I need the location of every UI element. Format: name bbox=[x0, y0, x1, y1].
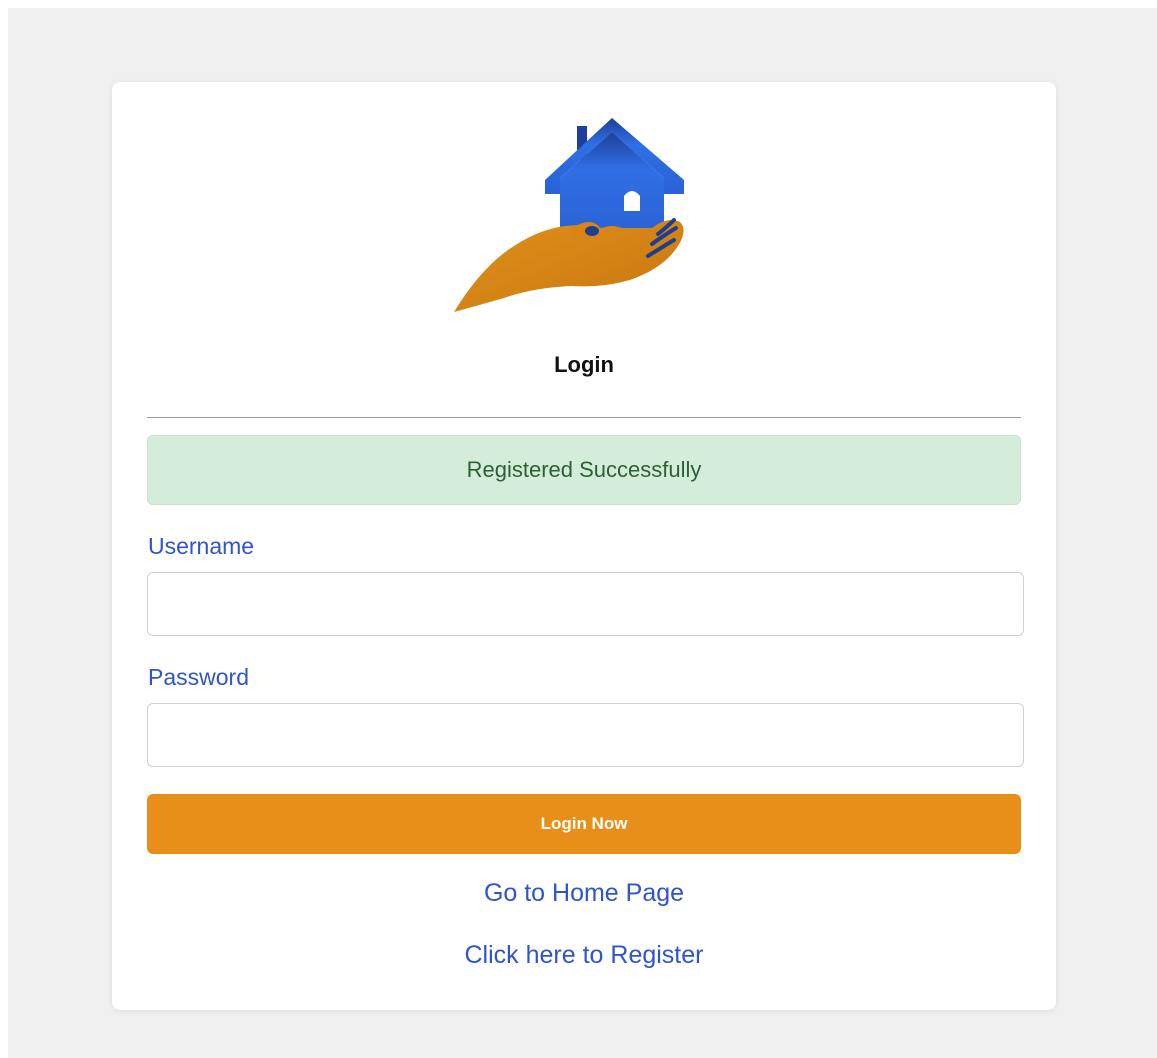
success-alert: Registered Successfully bbox=[147, 435, 1021, 505]
login-card: Login Registered Successfully Username P… bbox=[112, 82, 1056, 1010]
home-page-link[interactable]: Go to Home Page bbox=[112, 879, 1056, 908]
page-title: Login bbox=[554, 352, 614, 377]
login-now-button[interactable]: Login Now bbox=[147, 794, 1021, 854]
divider bbox=[147, 417, 1021, 418]
password-label: Password bbox=[148, 664, 249, 690]
username-input[interactable] bbox=[147, 572, 1024, 636]
house-in-hand-logo bbox=[454, 118, 684, 312]
register-link[interactable]: Click here to Register bbox=[112, 941, 1056, 970]
success-alert-text: Registered Successfully bbox=[466, 457, 702, 482]
username-label: Username bbox=[148, 533, 255, 559]
login-now-button-label: Login Now bbox=[540, 814, 628, 833]
password-input[interactable] bbox=[147, 703, 1024, 767]
